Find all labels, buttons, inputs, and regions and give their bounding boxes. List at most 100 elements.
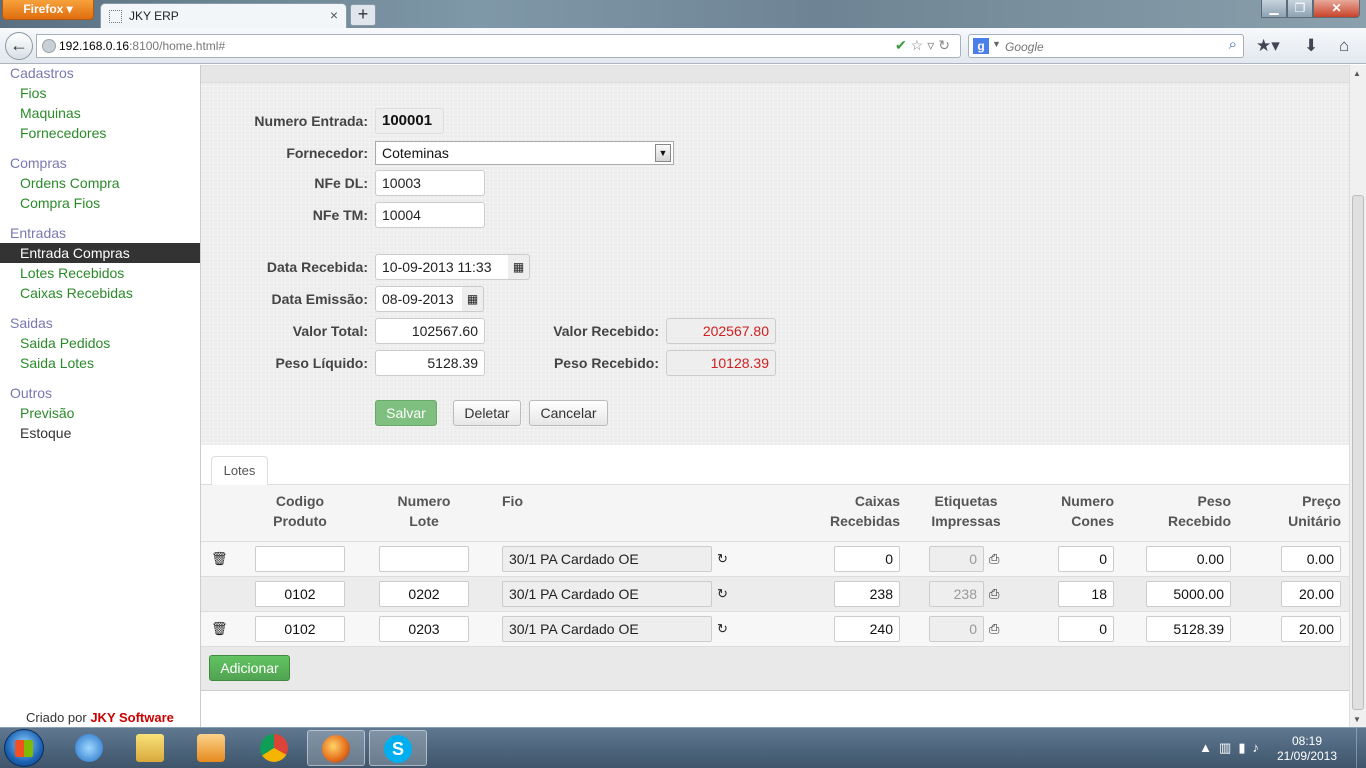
sidebar-item-estoque[interactable]: Estoque: [0, 423, 200, 443]
cancel-button[interactable]: Cancelar: [529, 400, 608, 426]
page: Cadastros Fios Maquinas Fornecedores Com…: [0, 65, 1366, 727]
save-button[interactable]: Salvar: [375, 400, 437, 426]
codigo-input[interactable]: 0102: [255, 581, 345, 607]
codigo-input[interactable]: 0102: [255, 616, 345, 642]
address-bar[interactable]: 192.168.0.16:8100/home.html# ✔☆▿↻: [36, 34, 961, 58]
google-icon[interactable]: g: [973, 38, 989, 54]
sidebar-item-fornecedores[interactable]: Fornecedores: [0, 123, 200, 143]
sidebar-item-maquinas[interactable]: Maquinas: [0, 103, 200, 123]
search-icon[interactable]: ⌕: [1229, 36, 1237, 53]
fornecedor-select[interactable]: Coteminas ▼: [375, 141, 674, 165]
cones-input[interactable]: 18: [1058, 581, 1114, 607]
scroll-thumb[interactable]: [1352, 195, 1364, 710]
add-button[interactable]: Adicionar: [209, 655, 290, 681]
sidebar-item-caixas-recebidas[interactable]: Caixas Recebidas: [0, 283, 200, 303]
preco-input[interactable]: 20.00: [1281, 616, 1341, 642]
vertical-scrollbar[interactable]: ▲ ▼: [1349, 65, 1366, 727]
volume-icon[interactable]: ♪: [1253, 740, 1267, 755]
delete-button[interactable]: Deletar: [453, 400, 521, 426]
browser-tab[interactable]: JKY ERP ×: [100, 3, 347, 28]
refresh-icon[interactable]: ↻: [717, 586, 728, 602]
file-explorer-icon[interactable]: [121, 730, 179, 766]
printer-icon[interactable]: ⎙: [989, 586, 999, 602]
minimize-button[interactable]: ▁: [1261, 0, 1287, 18]
show-desktop-button[interactable]: [1356, 728, 1366, 768]
chevron-up-icon[interactable]: ▲: [1199, 740, 1219, 755]
history-dropdown-icon[interactable]: ▿: [927, 37, 938, 53]
sidebar-item-fios[interactable]: Fios: [0, 83, 200, 103]
sidebar-item-compra-fios[interactable]: Compra Fios: [0, 193, 200, 213]
reload-icon[interactable]: ↻: [938, 37, 954, 53]
media-player-icon[interactable]: [182, 730, 240, 766]
engine-dropdown-icon[interactable]: ▼: [992, 39, 1001, 49]
tray-icons[interactable]: ▲▥▮♪: [1199, 740, 1266, 756]
valor-total-input[interactable]: 102567.60: [375, 318, 485, 344]
site-identity-icon[interactable]: [42, 39, 56, 53]
sidebar-item-saida-pedidos[interactable]: Saida Pedidos: [0, 333, 200, 353]
data-emissao-input[interactable]: 08-09-2013: [375, 286, 463, 312]
firefox-menu-button[interactable]: Firefox ▾: [2, 0, 94, 20]
new-tab-button[interactable]: +: [350, 4, 376, 26]
chrome-icon[interactable]: [245, 730, 303, 766]
printer-icon[interactable]: ⎙: [989, 551, 999, 567]
sidebar-item-saida-lotes[interactable]: Saida Lotes: [0, 353, 200, 373]
lote-input[interactable]: 0202: [379, 581, 469, 607]
lote-input[interactable]: 0203: [379, 616, 469, 642]
bookmarks-icon[interactable]: ★▾: [1256, 36, 1280, 56]
valor-recebido-value: 202567.80: [666, 318, 776, 344]
clock[interactable]: 08:19 21/09/2013: [1272, 734, 1342, 764]
table-row: 🗑 30/1 PA Cardado OE ↻ 0 0 ⎙ 0 0.00 0.00: [201, 542, 1349, 577]
numero-entrada-value: 100001: [375, 108, 444, 134]
close-window-button[interactable]: ✕: [1313, 0, 1360, 18]
tab-lotes[interactable]: Lotes: [211, 456, 268, 486]
cones-input[interactable]: 0: [1058, 616, 1114, 642]
url-text[interactable]: 192.168.0.16:8100/home.html#: [59, 39, 225, 53]
preco-input[interactable]: 0.00: [1281, 546, 1341, 572]
bookmark-star-icon[interactable]: ☆: [911, 37, 928, 53]
firefox-icon[interactable]: [307, 730, 365, 766]
header-caixas-recebidas: Caixas Recebidas: [829, 493, 900, 529]
scroll-up-icon[interactable]: ▲: [1353, 69, 1361, 78]
peso-input[interactable]: 0.00: [1146, 546, 1231, 572]
trash-icon[interactable]: 🗑: [211, 551, 228, 567]
maximize-button[interactable]: ❐: [1287, 0, 1313, 18]
preco-input[interactable]: 20.00: [1281, 581, 1341, 607]
home-icon[interactable]: ⌂: [1339, 36, 1349, 56]
refresh-icon[interactable]: ↻: [717, 551, 728, 567]
header-numero-cones: Numero Cones: [1061, 493, 1114, 529]
downloads-icon[interactable]: ⬇: [1304, 36, 1318, 56]
calendar-icon[interactable]: ▦: [508, 254, 530, 280]
peso-input[interactable]: 5128.39: [1146, 616, 1231, 642]
search-bar[interactable]: g ▼ Google ⌕: [968, 34, 1244, 58]
chevron-down-icon[interactable]: ▼: [655, 144, 671, 162]
internet-explorer-icon[interactable]: [60, 730, 118, 766]
nfe-dl-input[interactable]: 10003: [375, 170, 485, 196]
nfe-dl-label: NFe DL:: [314, 175, 368, 191]
back-button[interactable]: ←: [5, 32, 33, 60]
caixas-input[interactable]: 240: [834, 616, 900, 642]
signal-icon[interactable]: ▮: [1238, 740, 1252, 755]
refresh-icon[interactable]: ↻: [717, 621, 728, 637]
skype-icon[interactable]: S: [369, 730, 427, 766]
sidebar-item-ordens-compra[interactable]: Ordens Compra: [0, 173, 200, 193]
cones-input[interactable]: 0: [1058, 546, 1114, 572]
close-tab-icon[interactable]: ×: [330, 7, 338, 23]
peso-input[interactable]: 5000.00: [1146, 581, 1231, 607]
caixas-input[interactable]: 238: [834, 581, 900, 607]
start-button[interactable]: [4, 729, 44, 767]
scroll-down-icon[interactable]: ▼: [1353, 715, 1361, 724]
caixas-input[interactable]: 0: [834, 546, 900, 572]
nfe-tm-input[interactable]: 10004: [375, 202, 485, 228]
data-recebida-input[interactable]: 10-09-2013 11:33: [375, 254, 509, 280]
trash-icon[interactable]: 🗑: [211, 621, 228, 637]
credits-brand-link[interactable]: JKY Software: [90, 710, 174, 725]
peso-liquido-input[interactable]: 5128.39: [375, 350, 485, 376]
sidebar-item-lotes-recebidos[interactable]: Lotes Recebidos: [0, 263, 200, 283]
network-icon[interactable]: ▥: [1219, 740, 1238, 755]
lote-input[interactable]: [379, 546, 469, 572]
printer-icon[interactable]: ⎙: [989, 621, 999, 637]
sidebar-item-previsao[interactable]: Previsão: [0, 403, 200, 423]
codigo-input[interactable]: [255, 546, 345, 572]
sidebar-item-entrada-compras[interactable]: Entrada Compras: [0, 243, 200, 263]
calendar-icon[interactable]: ▦: [462, 286, 484, 312]
